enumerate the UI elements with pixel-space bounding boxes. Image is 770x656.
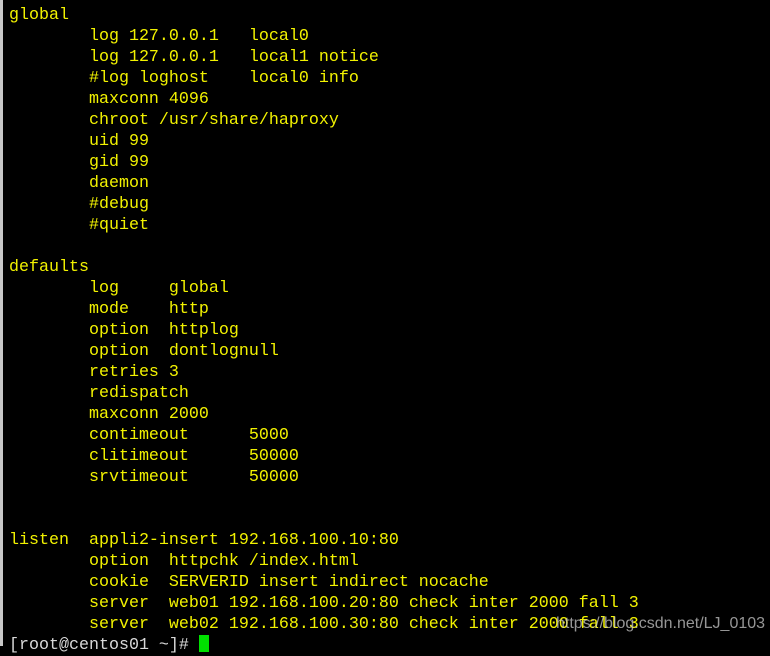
terminal-line: maxconn 4096 bbox=[9, 90, 209, 109]
terminal-line: daemon bbox=[9, 174, 149, 193]
terminal-line: log 127.0.0.1 local0 bbox=[9, 27, 309, 46]
watermark: https://blog.csdn.net/LJ_0103 bbox=[556, 615, 766, 632]
terminal-line: srvtimeout 50000 bbox=[9, 468, 299, 487]
terminal-line: global bbox=[9, 6, 69, 25]
terminal-line: option httpchk /index.html bbox=[9, 552, 359, 571]
terminal-line: defaults bbox=[9, 258, 89, 277]
terminal-line: option httplog bbox=[9, 321, 239, 340]
terminal-line: cookie SERVERID insert indirect nocache bbox=[9, 573, 489, 592]
terminal-line: retries 3 bbox=[9, 363, 179, 382]
terminal-output[interactable]: global log 127.0.0.1 local0 log 127.0.0.… bbox=[9, 5, 639, 656]
terminal-line: clitimeout 50000 bbox=[9, 447, 299, 466]
terminal-line: #debug bbox=[9, 195, 149, 214]
terminal-line: log global bbox=[9, 279, 229, 298]
terminal-line: option dontlognull bbox=[9, 342, 279, 361]
terminal-line: server web01 192.168.100.20:80 check int… bbox=[9, 594, 639, 613]
terminal-line: gid 99 bbox=[9, 153, 149, 172]
terminal-line: mode http bbox=[9, 300, 209, 319]
terminal-line: contimeout 5000 bbox=[9, 426, 289, 445]
terminal-line: #log loghost local0 info bbox=[9, 69, 359, 88]
terminal-line: chroot /usr/share/haproxy bbox=[9, 111, 339, 130]
window-left-border bbox=[0, 0, 3, 646]
terminal-line: listen appli2-insert 192.168.100.10:80 bbox=[9, 531, 399, 550]
terminal-line: log 127.0.0.1 local1 notice bbox=[9, 48, 379, 67]
terminal-line: uid 99 bbox=[9, 132, 149, 151]
text-cursor bbox=[198, 635, 209, 652]
terminal-line: maxconn 2000 bbox=[9, 405, 209, 424]
terminal-line: redispatch bbox=[9, 384, 189, 403]
terminal-line: server web02 192.168.100.30:80 check int… bbox=[9, 615, 639, 634]
terminal-line: #quiet bbox=[9, 216, 149, 235]
